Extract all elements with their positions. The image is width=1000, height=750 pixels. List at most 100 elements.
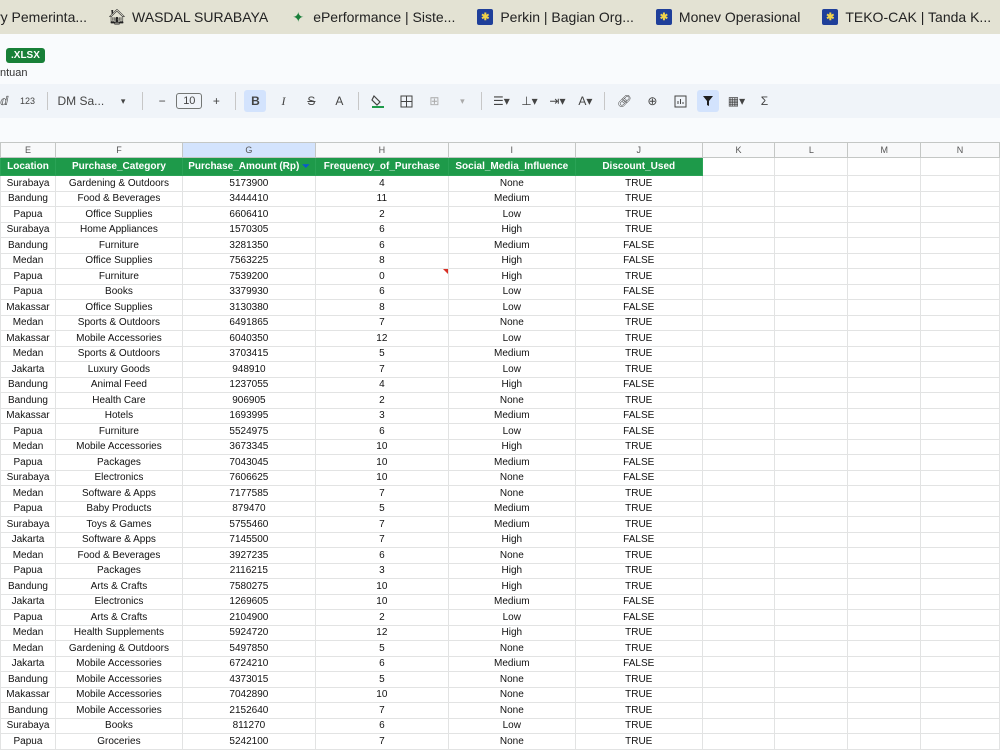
empty-cell[interactable] (701, 206, 776, 223)
cell[interactable]: FALSE (574, 454, 703, 471)
empty-cell[interactable] (920, 345, 1000, 362)
cell[interactable]: 811270 (181, 717, 316, 734)
cell[interactable]: 12 (314, 330, 449, 347)
cell[interactable]: 6040350 (181, 330, 316, 347)
empty-cell[interactable] (701, 314, 776, 331)
cell[interactable]: 1237055 (181, 376, 316, 393)
cell[interactable]: TRUE (574, 562, 703, 579)
empty-cell[interactable] (774, 237, 849, 254)
cell[interactable]: Medium (447, 500, 576, 517)
cell[interactable]: Office Supplies (54, 252, 183, 269)
empty-cell[interactable] (774, 314, 849, 331)
cell[interactable]: High (447, 438, 576, 455)
cell[interactable]: Papua (0, 268, 56, 285)
cell[interactable]: Books (54, 283, 183, 300)
cell[interactable]: Health Supplements (54, 624, 183, 641)
cell[interactable]: Surabaya (0, 469, 56, 486)
cell[interactable]: TRUE (574, 206, 703, 223)
empty-cell[interactable] (701, 702, 776, 719)
bold-icon[interactable]: B (244, 90, 267, 112)
empty-cell[interactable] (920, 702, 1000, 719)
cell[interactable]: 3281350 (181, 237, 316, 254)
cell[interactable]: Medan (0, 624, 56, 641)
cell[interactable]: 2 (314, 206, 449, 223)
cell[interactable]: 7 (314, 485, 449, 502)
cell[interactable]: FALSE (574, 283, 703, 300)
cell[interactable]: 7539200 (181, 268, 316, 285)
cell[interactable]: FALSE (574, 376, 703, 393)
empty-cell[interactable] (920, 157, 1000, 176)
empty-cell[interactable] (774, 609, 849, 626)
empty-cell[interactable] (920, 531, 1000, 548)
number-format-button[interactable]: 123 (17, 90, 39, 112)
empty-cell[interactable] (920, 671, 1000, 688)
cell[interactable]: FALSE (574, 252, 703, 269)
empty-cell[interactable] (774, 702, 849, 719)
empty-cell[interactable] (847, 345, 922, 362)
empty-cell[interactable] (847, 516, 922, 533)
link-icon[interactable]: 🔗︎ (613, 90, 635, 112)
cell[interactable]: TRUE (574, 268, 703, 285)
cell[interactable]: TRUE (574, 686, 703, 703)
empty-cell[interactable] (847, 469, 922, 486)
empty-cell[interactable] (847, 376, 922, 393)
cell[interactable]: Medan (0, 485, 56, 502)
empty-cell[interactable] (774, 283, 849, 300)
empty-cell[interactable] (774, 531, 849, 548)
cell[interactable]: 3444410 (181, 190, 316, 207)
cell[interactable]: None (447, 671, 576, 688)
cell[interactable]: Papua (0, 206, 56, 223)
cell[interactable]: Furniture (54, 237, 183, 254)
cell[interactable]: Medan (0, 252, 56, 269)
empty-cell[interactable] (774, 500, 849, 517)
empty-cell[interactable] (701, 578, 776, 595)
empty-cell[interactable] (774, 547, 849, 564)
empty-cell[interactable] (847, 655, 922, 672)
empty-cell[interactable] (774, 655, 849, 672)
cell[interactable]: Packages (54, 454, 183, 471)
empty-cell[interactable] (847, 609, 922, 626)
cell[interactable]: Makassar (0, 407, 56, 424)
empty-cell[interactable] (774, 438, 849, 455)
cell[interactable]: 5 (314, 345, 449, 362)
cell[interactable]: High (447, 252, 576, 269)
empty-cell[interactable] (774, 423, 849, 440)
filter-icon[interactable]: ⏷ (302, 161, 309, 171)
cell[interactable]: Bandung (0, 578, 56, 595)
cell[interactable]: Mobile Accessories (54, 655, 183, 672)
cell[interactable]: 5 (314, 500, 449, 517)
empty-cell[interactable] (701, 717, 776, 734)
cell[interactable]: Baby Products (54, 500, 183, 517)
cell[interactable]: Bandung (0, 237, 56, 254)
cell[interactable]: FALSE (574, 593, 703, 610)
empty-cell[interactable] (920, 268, 1000, 285)
cell[interactable]: TRUE (574, 733, 703, 750)
empty-cell[interactable] (701, 485, 776, 502)
empty-cell[interactable] (920, 640, 1000, 657)
empty-cell[interactable] (920, 221, 1000, 238)
cell[interactable]: TRUE (574, 345, 703, 362)
cell[interactable]: Papua (0, 562, 56, 579)
cell[interactable]: Low (447, 299, 576, 316)
empty-cell[interactable] (701, 252, 776, 269)
cell[interactable]: Papua (0, 609, 56, 626)
cell[interactable]: TRUE (574, 702, 703, 719)
cell[interactable]: 2116215 (181, 562, 316, 579)
cell[interactable]: TRUE (574, 361, 703, 378)
empty-cell[interactable] (774, 361, 849, 378)
cell[interactable]: Papua (0, 733, 56, 750)
cell[interactable]: 2152640 (181, 702, 316, 719)
cell[interactable]: 3379930 (181, 283, 316, 300)
empty-cell[interactable] (847, 671, 922, 688)
cell[interactable]: None (447, 485, 576, 502)
empty-cell[interactable] (847, 640, 922, 657)
cell[interactable]: Papua (0, 500, 56, 517)
empty-cell[interactable] (701, 686, 776, 703)
cell[interactable]: 3927235 (181, 547, 316, 564)
empty-cell[interactable] (847, 314, 922, 331)
cell[interactable]: High (447, 578, 576, 595)
header-cell[interactable]: Location (0, 157, 56, 176)
cell[interactable]: High (447, 268, 576, 285)
cell[interactable]: TRUE (574, 717, 703, 734)
cell[interactable]: Groceries (54, 733, 183, 750)
